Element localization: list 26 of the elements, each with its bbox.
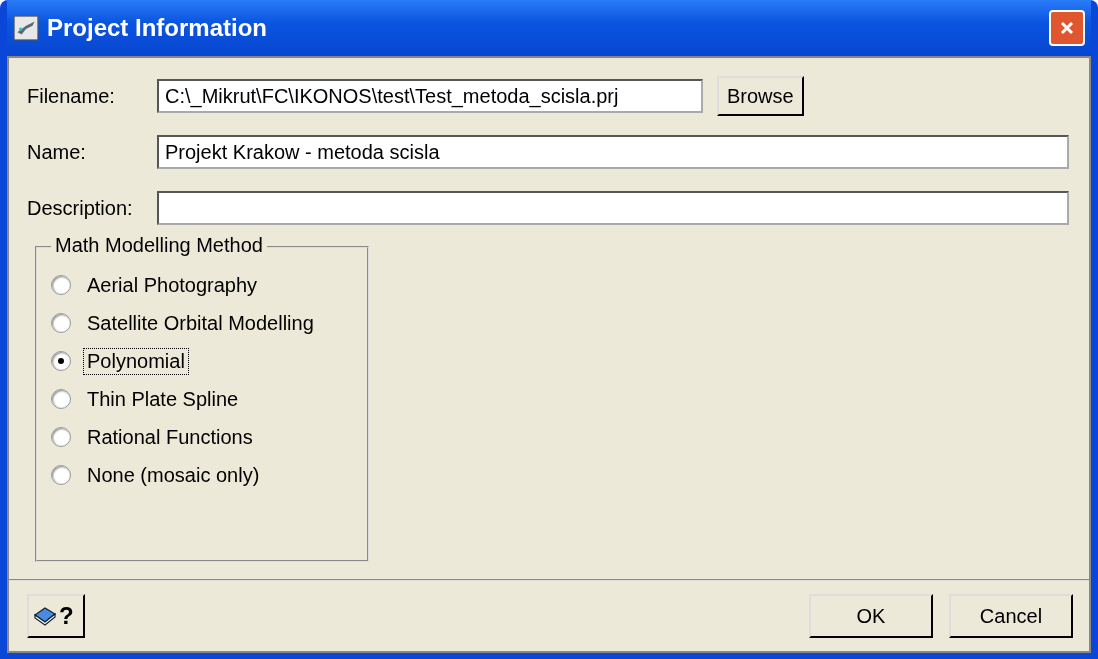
ok-button[interactable]: OK bbox=[809, 594, 933, 638]
field-label: Description: bbox=[27, 196, 134, 220]
radio-button[interactable] bbox=[51, 465, 71, 485]
close-button[interactable] bbox=[1049, 10, 1085, 46]
text-field[interactable]: Projekt Krakow - metoda scisla bbox=[157, 135, 1069, 169]
radio-label[interactable]: Aerial Photography bbox=[83, 271, 262, 299]
book-icon bbox=[33, 605, 59, 627]
group-title: Math Modelling Method bbox=[51, 234, 267, 257]
text-field[interactable] bbox=[157, 191, 1069, 225]
radio-label[interactable]: None (mosaic only) bbox=[83, 461, 264, 489]
text-field[interactable]: C:\_Mikrut\FC\IKONOS\test\Test_metoda_scisla.prj bbox=[157, 79, 703, 113]
cancel-button[interactable]: Cancel bbox=[949, 594, 1073, 638]
radio-label[interactable]: Rational Functions bbox=[83, 423, 257, 451]
field-label: Filename: bbox=[27, 84, 116, 108]
help-button[interactable]: ? bbox=[27, 594, 85, 638]
radio-label[interactable]: Polynomial bbox=[83, 347, 189, 375]
radio-button[interactable] bbox=[51, 313, 71, 333]
window-title: Project Information bbox=[47, 14, 269, 42]
radio-button[interactable] bbox=[51, 389, 71, 409]
radio-label[interactable]: Thin Plate Spline bbox=[83, 385, 243, 413]
radio-button[interactable] bbox=[51, 275, 71, 295]
radio-button[interactable] bbox=[51, 351, 71, 371]
radio-label[interactable]: Satellite Orbital Modelling bbox=[83, 309, 318, 337]
browse-button[interactable]: Browse bbox=[717, 76, 804, 116]
radio-button[interactable] bbox=[51, 427, 71, 447]
field-label: Name: bbox=[27, 140, 87, 164]
